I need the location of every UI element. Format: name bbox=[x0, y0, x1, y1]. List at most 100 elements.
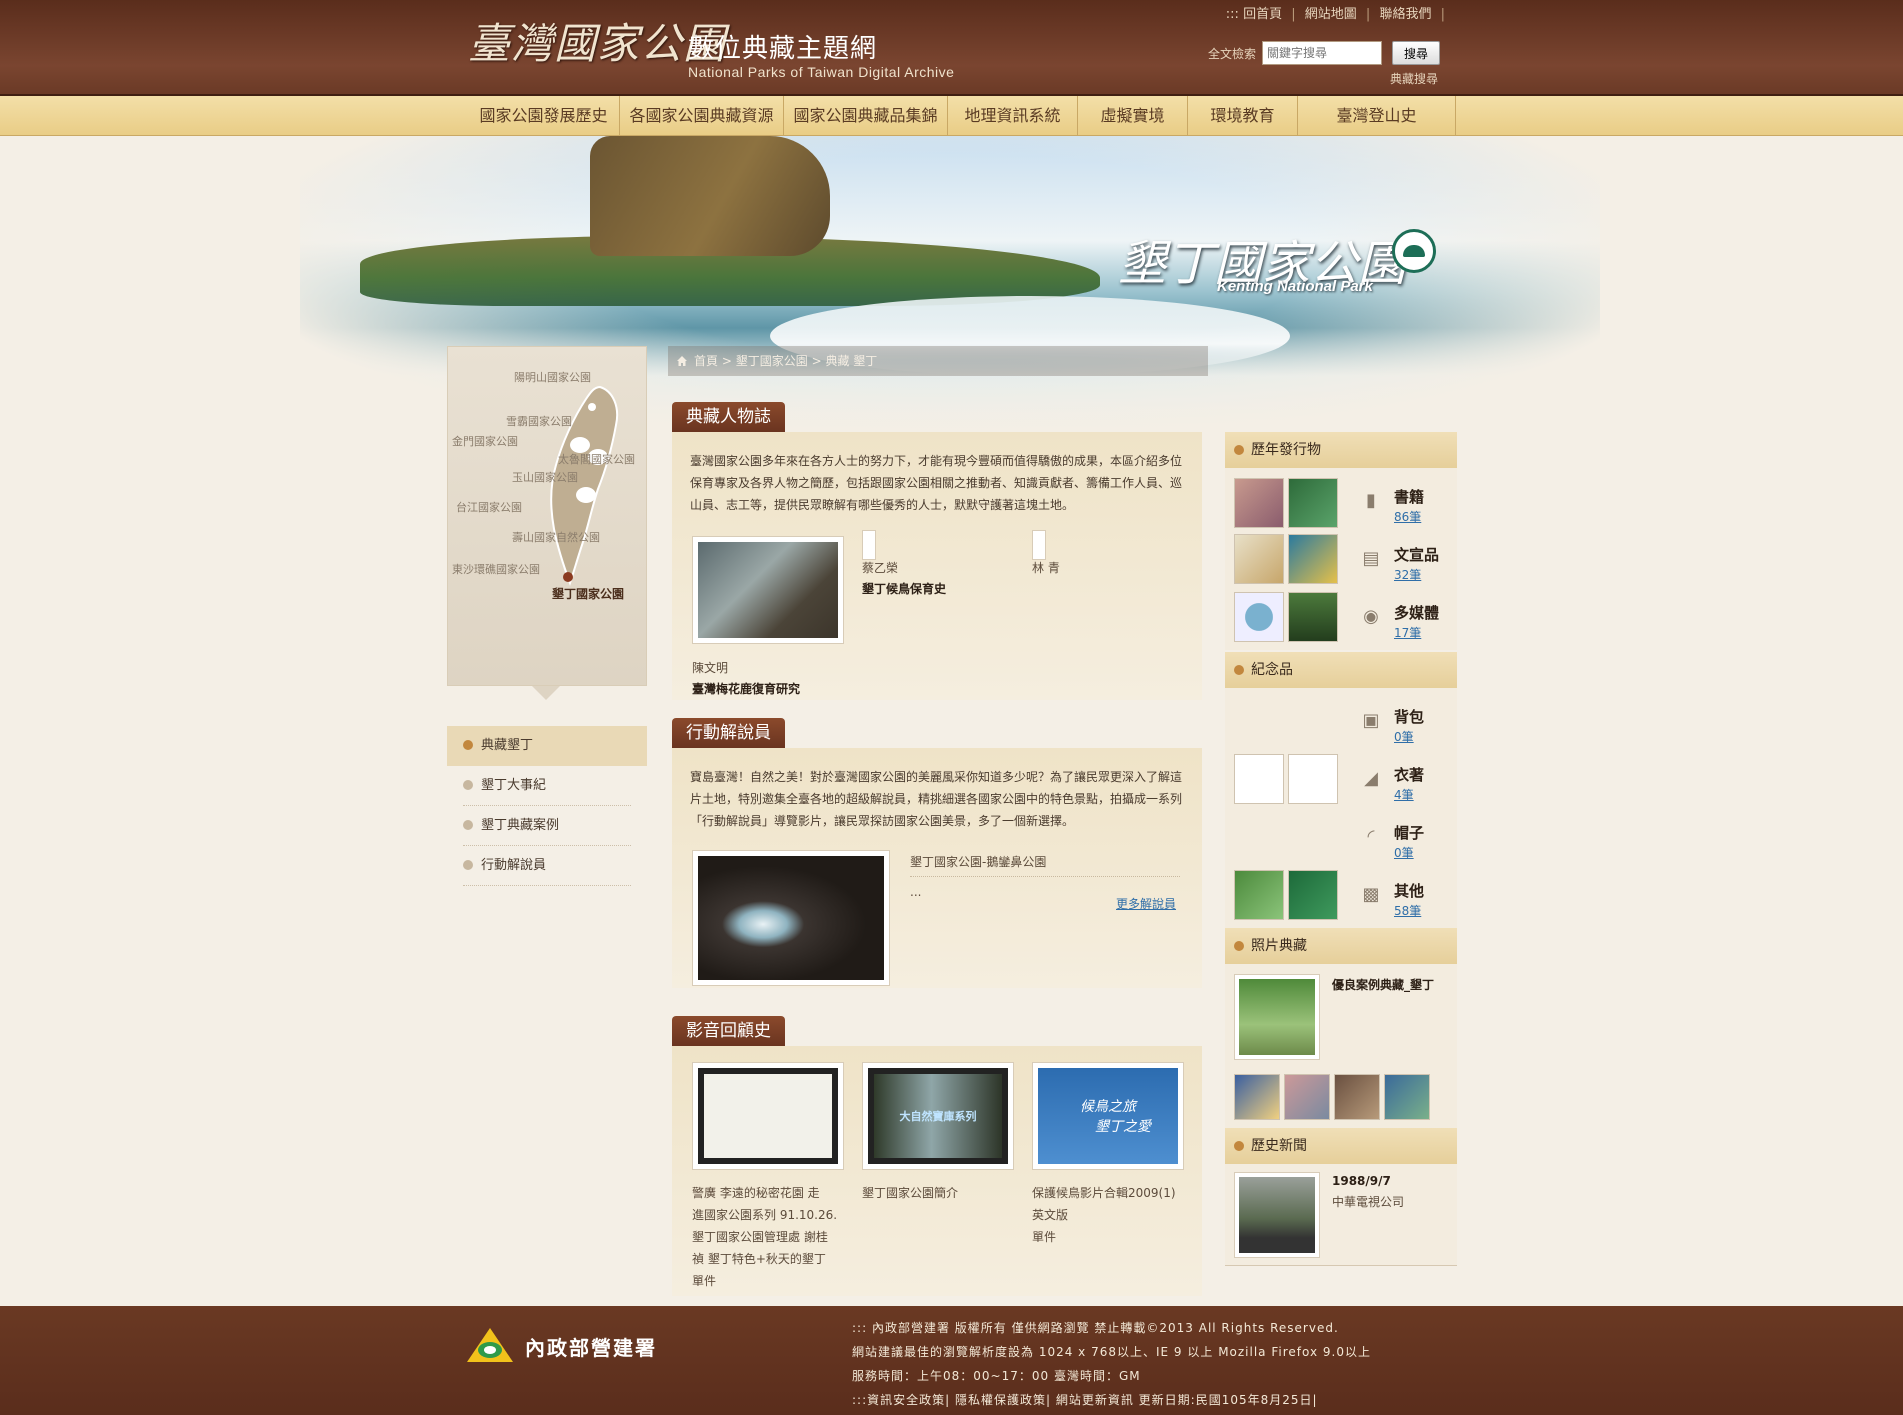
search-button[interactable]: 搜尋 bbox=[1392, 41, 1441, 65]
backpack-icon: ▣ bbox=[1362, 710, 1380, 731]
menu-item-chronicle[interactable]: 墾丁大事紀 bbox=[463, 766, 631, 806]
category-backpacks[interactable]: 背包 bbox=[1394, 706, 1424, 727]
souvenir-thumb[interactable] bbox=[1234, 870, 1284, 920]
category-count[interactable]: 4筆 bbox=[1394, 786, 1414, 803]
home-icon bbox=[677, 356, 687, 366]
map-label-dongsha[interactable]: 東沙環礁國家公園 bbox=[452, 561, 540, 577]
category-count[interactable]: 0筆 bbox=[1394, 728, 1414, 745]
search-bar: 全文檢索 搜尋 bbox=[1208, 41, 1441, 65]
photo-thumb-small[interactable] bbox=[1334, 1074, 1380, 1120]
map-label-taijiang[interactable]: 台江國家公園 bbox=[456, 499, 522, 515]
footer-logo[interactable]: 內政部營建署 bbox=[465, 1326, 657, 1366]
camera-icon: ◉ bbox=[1363, 606, 1379, 627]
category-count[interactable]: 17筆 bbox=[1394, 624, 1421, 641]
news-thumb[interactable] bbox=[1234, 1172, 1320, 1258]
menu-item-guide[interactable]: 行動解說員 bbox=[463, 846, 631, 886]
person-thumb[interactable] bbox=[862, 530, 876, 560]
sitemap-link[interactable]: 網站地圖 bbox=[1305, 7, 1357, 22]
book-icon: ▮ bbox=[1366, 490, 1376, 511]
person-topic-link[interactable]: 臺灣梅花鹿復育研究 bbox=[692, 680, 800, 697]
map-label-kinmen[interactable]: 金門國家公園 bbox=[452, 433, 518, 449]
map-label-shei-pa[interactable]: 雪霸國家公園 bbox=[506, 413, 572, 429]
publication-thumb[interactable] bbox=[1234, 478, 1284, 528]
category-count[interactable]: 58筆 bbox=[1394, 902, 1421, 919]
map-label-taroko[interactable]: 太魯閣國家公園 bbox=[558, 451, 635, 467]
category-count[interactable]: 0筆 bbox=[1394, 844, 1414, 861]
nav-education[interactable]: 環境教育 bbox=[1188, 96, 1298, 136]
publication-thumb[interactable] bbox=[1288, 534, 1338, 584]
nav-archive-resources[interactable]: 各國家公園典藏資源 bbox=[620, 96, 784, 136]
map-label-yangmingshan[interactable]: 陽明山國家公園 bbox=[514, 369, 591, 385]
site-logo[interactable]: 臺灣國家公園 數位典藏主題網 National Parks of Taiwan … bbox=[468, 6, 968, 92]
photo-thumb-small[interactable] bbox=[1384, 1074, 1430, 1120]
map-label-shoushan[interactable]: 壽山國家自然公園 bbox=[512, 529, 600, 545]
separator: | bbox=[1291, 7, 1296, 22]
breadcrumb-home[interactable]: 首頁 bbox=[694, 354, 718, 368]
souvenir-thumb[interactable] bbox=[1288, 870, 1338, 920]
publication-thumb[interactable] bbox=[1234, 534, 1284, 584]
souvenir-thumb[interactable] bbox=[1234, 754, 1284, 804]
person-topic-link[interactable]: 墾丁候鳥保育史 bbox=[862, 580, 946, 597]
section-tab-av: 影音回顧史 bbox=[672, 1016, 785, 1046]
photos-header: 照片典藏 bbox=[1225, 928, 1457, 964]
person-thumb[interactable] bbox=[692, 536, 844, 644]
footer-policy-links[interactable]: :::資訊安全政策| 隱私權保護政策| 網站更新資訊 更新日期:民國105年8月… bbox=[852, 1388, 1371, 1412]
contact-link[interactable]: 聯絡我們 bbox=[1379, 7, 1431, 22]
site-footer: 內政部營建署 ::: 內政部營建署 版權所有 僅供網路瀏覽 禁止轉載©2013 … bbox=[0, 1306, 1903, 1415]
souvenir-thumb[interactable] bbox=[1288, 754, 1338, 804]
category-clothing[interactable]: 衣著 bbox=[1394, 764, 1424, 785]
photo-thumb-small[interactable] bbox=[1234, 1074, 1280, 1120]
people-intro: 臺灣國家公園多年來在各方人士的努力下，才能有現今豐碩而值得驕傲的成果，本區介紹多… bbox=[690, 454, 1183, 512]
nav-climbing-history[interactable]: 臺灣登山史 bbox=[1298, 96, 1456, 136]
category-brochures[interactable]: 文宣品 bbox=[1394, 544, 1439, 565]
home-link[interactable]: 回首頁 bbox=[1243, 7, 1282, 22]
category-books[interactable]: 書籍 bbox=[1394, 486, 1424, 507]
guide-video-title[interactable]: 墾丁國家公園-鵝鑾鼻公園 bbox=[910, 852, 1046, 872]
av-caption[interactable]: 墾丁國家公園簡介 bbox=[862, 1182, 1014, 1204]
advanced-search-link[interactable]: 典藏搜尋 bbox=[1390, 70, 1438, 87]
search-input[interactable] bbox=[1262, 41, 1383, 65]
nav-gis[interactable]: 地理資訊系統 bbox=[948, 96, 1078, 136]
nav-collection[interactable]: 國家公園典藏品集錦 bbox=[784, 96, 948, 136]
menu-item-archive[interactable]: 典藏墾丁 bbox=[447, 726, 647, 766]
news-date-link[interactable]: 1988/9/7 bbox=[1332, 1174, 1391, 1188]
more-guides-link[interactable]: 更多解說員 bbox=[1116, 894, 1176, 914]
av-thumb[interactable]: 候鳥之旅 墾丁之愛 bbox=[1032, 1062, 1184, 1170]
guide-video-thumb[interactable] bbox=[692, 850, 890, 986]
map-icon: ▤ bbox=[1362, 548, 1380, 569]
left-menu: 典藏墾丁 墾丁大事紀 墾丁典藏案例 行動解說員 bbox=[447, 726, 647, 886]
photo-thumb[interactable] bbox=[1234, 974, 1320, 1060]
nav-vr[interactable]: 虛擬實境 bbox=[1078, 96, 1188, 136]
map-label-kenting[interactable]: 墾丁國家公園 bbox=[552, 585, 624, 602]
av-thumb[interactable] bbox=[692, 1062, 844, 1170]
search-label: 全文檢索 bbox=[1208, 46, 1257, 61]
menu-item-label: 行動解說員 bbox=[481, 858, 547, 873]
park-emblem-icon bbox=[1392, 229, 1436, 273]
category-count[interactable]: 32筆 bbox=[1394, 566, 1421, 583]
separator: | bbox=[1365, 7, 1371, 22]
menu-item-cases[interactable]: 墾丁典藏案例 bbox=[463, 806, 631, 846]
bullet-icon bbox=[463, 780, 473, 790]
photo-thumb-small[interactable] bbox=[1284, 1074, 1330, 1120]
map-pointer bbox=[532, 686, 560, 700]
person-name: 林 青 bbox=[1032, 561, 1060, 575]
nav-history[interactable]: 國家公園發展歷史 bbox=[468, 96, 620, 136]
publication-thumb[interactable] bbox=[1234, 592, 1284, 642]
photo-caption-link[interactable]: 優良案例典藏_墾丁 bbox=[1332, 976, 1434, 993]
section-tab-people: 典藏人物誌 bbox=[672, 402, 785, 432]
guide-ellipsis: ... bbox=[910, 885, 922, 899]
publication-thumb[interactable] bbox=[1288, 478, 1338, 528]
av-caption[interactable]: 警廣 李遠的秘密花園 走 進國家公園系列 91.10.26. 墾丁國家公園管理處… bbox=[692, 1182, 844, 1292]
news-title: 歷史新聞 bbox=[1251, 1138, 1307, 1154]
category-multimedia[interactable]: 多媒體 bbox=[1394, 602, 1439, 623]
publication-thumb[interactable] bbox=[1288, 592, 1338, 642]
av-caption[interactable]: 保護候鳥影片合輯2009(1) 英文版 單件 bbox=[1032, 1182, 1202, 1248]
category-count[interactable]: 86筆 bbox=[1394, 508, 1421, 525]
map-label-yushan[interactable]: 玉山國家公園 bbox=[512, 469, 578, 485]
news-header: 歷史新聞 bbox=[1225, 1128, 1457, 1164]
av-thumb[interactable]: 大自然寶庫系列 bbox=[862, 1062, 1014, 1170]
breadcrumb-park[interactable]: 墾丁國家公園 bbox=[736, 354, 808, 368]
person-thumb[interactable] bbox=[1032, 530, 1046, 560]
category-hats[interactable]: 帽子 bbox=[1394, 822, 1424, 843]
category-other[interactable]: 其他 bbox=[1394, 880, 1424, 901]
